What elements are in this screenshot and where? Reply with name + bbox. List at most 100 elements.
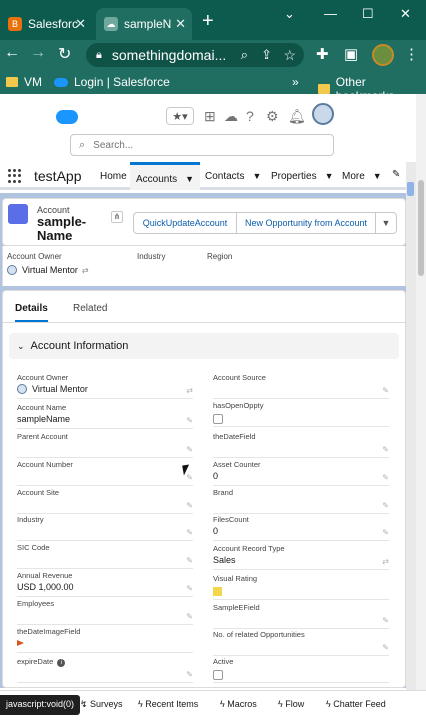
edit-nav-icon[interactable]: ✎: [392, 169, 400, 180]
pencil-icon[interactable]: ✎: [382, 528, 389, 537]
pencil-icon[interactable]: ✎: [186, 445, 193, 454]
new-tab-icon[interactable]: +: [202, 10, 214, 33]
field-no-related-opportunities: No. of related Opportunities ✎: [213, 630, 389, 656]
field-account-name: Account Name sampleName ✎: [17, 403, 193, 429]
forward-icon[interactable]: →: [30, 44, 46, 62]
profile-avatar[interactable]: [372, 44, 394, 66]
utility-item-macros[interactable]: ϟ Macros: [220, 699, 257, 709]
app-launcher-icon[interactable]: [8, 169, 22, 183]
actions-dropdown-button[interactable]: ▼: [375, 212, 397, 234]
close-icon[interactable]: ✕: [175, 16, 186, 32]
chevron-down-icon[interactable]: ⌄: [284, 6, 295, 22]
bookmark-login-salesforce[interactable]: Login | Salesforce: [54, 75, 170, 89]
favorites-button[interactable]: ★▾: [166, 107, 194, 125]
page-scrollbar[interactable]: [406, 162, 416, 690]
change-owner-icon[interactable]: ⇄: [186, 386, 193, 395]
browser-tab-salesforce[interactable]: B Salesforc ✕: [0, 8, 92, 40]
cloud-upload-icon[interactable]: ☁: [224, 108, 238, 125]
pencil-icon[interactable]: ✎: [382, 643, 389, 652]
cloud-icon: ☁: [104, 17, 118, 31]
gear-icon[interactable]: ⚙: [266, 108, 279, 125]
star-icon: ★▾: [172, 110, 188, 123]
pencil-icon[interactable]: ✎: [382, 445, 389, 454]
tab-related[interactable]: Related: [73, 303, 107, 314]
tab-label: Salesforc: [28, 17, 79, 31]
field-value[interactable]: Virtual Mentor: [17, 384, 88, 394]
change-record-type-icon[interactable]: ⇄: [382, 557, 389, 566]
nav-item-accounts[interactable]: Accounts ▼: [130, 162, 201, 190]
pencil-icon[interactable]: ✎: [382, 386, 389, 395]
bell-icon[interactable]: 🔔︎: [288, 108, 306, 125]
quick-update-account-button[interactable]: QuickUpdateAccount: [133, 212, 237, 234]
nav-item-more[interactable]: More ▼: [342, 171, 382, 182]
field-thedateimagefield: theDateImageField: [17, 627, 193, 653]
extensions-icon[interactable]: ✚: [316, 45, 329, 63]
owner-avatar: [17, 384, 27, 394]
page-scrollbar-thumb[interactable]: [407, 182, 414, 196]
browser-tab-samplename[interactable]: ☁ sampleN ✕: [96, 8, 192, 40]
app-navigation: testApp Home Accounts ▼ Contacts ▼ Propert…: [0, 162, 406, 190]
help-icon[interactable]: ?: [246, 108, 254, 124]
minimize-icon[interactable]: —: [324, 6, 337, 21]
record-tabs: Details Related: [3, 291, 405, 323]
bookmark-vm[interactable]: VM: [6, 75, 42, 89]
chevron-down-icon[interactable]: ▼: [373, 171, 382, 181]
hierarchy-icon[interactable]: ⋔: [111, 211, 123, 223]
chevron-down-icon[interactable]: ▼: [252, 171, 261, 181]
field-thedatefield: theDateField ✎: [213, 432, 389, 458]
utility-label: Recent Items: [145, 699, 199, 709]
pencil-icon[interactable]: ✎: [186, 584, 193, 593]
search-input[interactable]: ⌕ Search...: [70, 134, 334, 156]
pencil-icon[interactable]: ✎: [382, 616, 389, 625]
utility-item-chatter-feed[interactable]: ϟ Chatter Feed: [326, 699, 386, 709]
utility-item-surveys[interactable]: ↯ Surveys: [80, 699, 123, 710]
nav-item-contacts[interactable]: Contacts ▼: [205, 171, 261, 182]
field-label: Account Site: [17, 488, 60, 497]
nav-item-properties[interactable]: Properties ▼: [271, 171, 334, 182]
account-owner-value[interactable]: Virtual Mentor ⇄: [7, 265, 89, 275]
pencil-icon[interactable]: ✎: [382, 501, 389, 510]
maximize-icon[interactable]: ☐: [362, 6, 374, 22]
pencil-icon[interactable]: ✎: [186, 528, 193, 537]
nav-item-home[interactable]: Home: [100, 171, 127, 182]
highlight-label: Industry: [137, 252, 166, 261]
pencil-icon[interactable]: ✎: [382, 473, 389, 482]
change-owner-icon[interactable]: ⇄: [82, 266, 89, 275]
info-icon[interactable]: i: [57, 659, 66, 667]
bookmark-label: VM: [24, 75, 42, 89]
reload-icon[interactable]: ↻: [58, 44, 71, 64]
back-icon[interactable]: ←: [4, 44, 20, 62]
close-icon[interactable]: ✕: [75, 16, 86, 32]
chevron-down-icon[interactable]: ▼: [325, 171, 334, 181]
close-window-icon[interactable]: ✕: [400, 6, 411, 22]
browser-scrollbar-thumb[interactable]: [418, 180, 424, 276]
field-active: Active: [213, 657, 389, 683]
more-bookmarks-button[interactable]: »: [292, 75, 299, 89]
add-icon[interactable]: ⊞: [204, 108, 216, 125]
blogger-icon: B: [8, 17, 22, 31]
new-opportunity-button[interactable]: New Opportunity from Account: [236, 212, 376, 234]
pencil-icon[interactable]: ✎: [186, 670, 193, 679]
rating-square-icon: [213, 587, 222, 596]
section-account-information[interactable]: ⌄ Account Information: [9, 333, 399, 359]
bookmark-star-icon[interactable]: ☆: [283, 47, 296, 64]
side-panel-icon[interactable]: ▣: [344, 45, 358, 63]
tab-details[interactable]: Details: [15, 303, 48, 322]
utility-item-recent-items[interactable]: ϟ Recent Items: [138, 699, 198, 709]
zoom-icon[interactable]: ⌕: [241, 47, 248, 63]
utility-item-flow[interactable]: ϟ Flow: [278, 699, 304, 709]
field-label: theDateField: [213, 432, 256, 441]
share-icon[interactable]: ⇪: [261, 47, 272, 63]
pencil-icon[interactable]: ✎: [186, 416, 193, 425]
user-avatar[interactable]: [312, 103, 334, 125]
pencil-icon[interactable]: ✎: [186, 556, 193, 565]
owner-name[interactable]: Virtual Mentor: [22, 265, 78, 275]
menu-icon[interactable]: ⋮: [404, 45, 419, 63]
address-bar[interactable]: 🔒︎ somethingdomai... ⌕ ⇪ ☆: [86, 43, 304, 67]
owner-name[interactable]: Virtual Mentor: [32, 384, 88, 394]
field-visual-rating: Visual Rating: [213, 574, 389, 600]
chevron-down-icon[interactable]: ▼: [185, 174, 194, 184]
pencil-icon[interactable]: ✎: [186, 501, 193, 510]
pencil-icon[interactable]: ✎: [186, 612, 193, 621]
field-value: sampleName: [17, 414, 71, 424]
